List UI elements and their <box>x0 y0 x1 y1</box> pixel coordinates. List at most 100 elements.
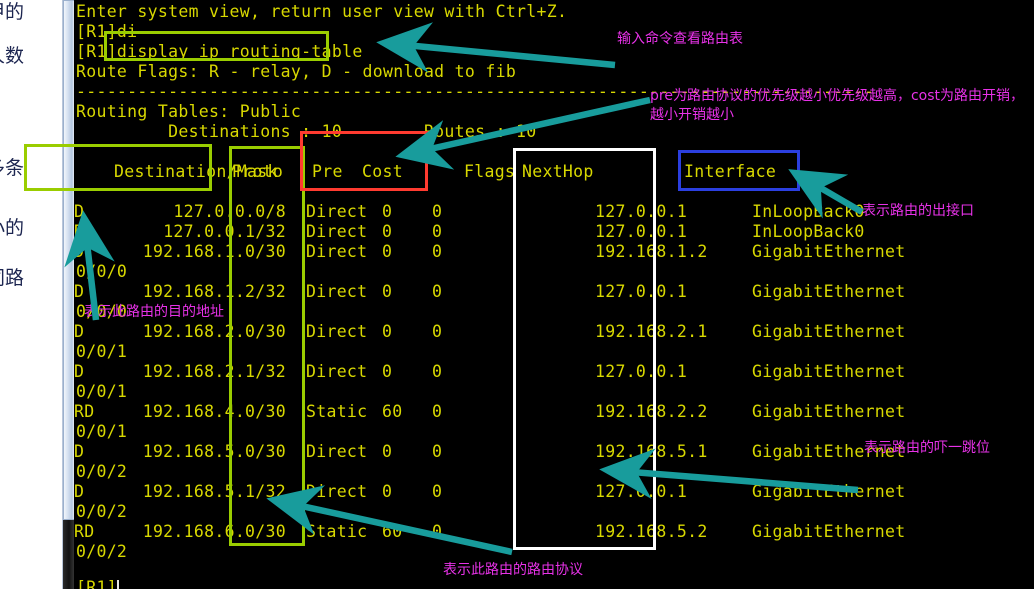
table-cell-interface: InLoopBack0 <box>752 222 865 241</box>
table-cell-interface: GigabitEthernet <box>752 402 906 421</box>
table-cell-interface-continuation: 0/0/1 <box>76 422 128 441</box>
table-cell-destination: 127.0.0.1/32 <box>163 222 286 241</box>
table-cell-destination: 127.0.0.0/8 <box>173 202 286 221</box>
table-cell-nexthop: 127.0.0.1 <box>595 482 688 501</box>
screenshot-root: 甲的 人数 多条 小的 同路 Enter system view, return… <box>0 0 1034 589</box>
table-cell-pre: 0 <box>382 362 393 381</box>
column-header-cost: Cost <box>362 162 403 181</box>
table-cell-flags: RD <box>74 402 95 421</box>
table-cell-destination: 192.168.5.1/32 <box>142 482 286 501</box>
table-cell-cost: 0 <box>432 282 443 301</box>
table-cell-nexthop: 192.168.2.1 <box>595 322 708 341</box>
table-cell-interface-continuation: 0/0/0 <box>76 262 128 281</box>
terminal-cursor <box>116 580 119 589</box>
annotation-destination-note: 表示此路由的目的地址 <box>84 304 224 320</box>
table-cell-proto: Static <box>306 402 368 421</box>
annotation-nexthop-note: 表示路由的吓一跳位 <box>864 440 990 456</box>
annotation-proto-note: 表示此路由的路由协议 <box>443 562 583 578</box>
table-cell-proto: Direct <box>306 282 368 301</box>
table-cell-flags: D <box>74 282 85 301</box>
table-cell-flags: D <box>74 482 85 501</box>
table-cell-destination: 192.168.1.2/32 <box>142 282 286 301</box>
table-cell-interface: InLoopBack0 <box>752 202 865 221</box>
terminal-final-prompt: [R1] <box>76 578 119 589</box>
table-cell-flags: D <box>74 322 85 341</box>
table-cell-cost: 0 <box>432 442 443 461</box>
table-cell-interface: GigabitEthernet <box>752 282 906 301</box>
table-cell-destination: 192.168.1.0/30 <box>142 242 286 261</box>
table-cell-proto: Direct <box>306 322 368 341</box>
table-cell-interface: GigabitEthernet <box>752 482 906 501</box>
table-cell-nexthop: 127.0.0.1 <box>595 282 688 301</box>
table-cell-proto: Direct <box>306 482 368 501</box>
terminal-line-banner: Enter system view, return user view with… <box>76 2 568 21</box>
table-cell-pre: 60 <box>382 402 403 421</box>
table-cell-cost: 0 <box>432 362 443 381</box>
table-cell-pre: 0 <box>382 482 393 501</box>
annotation-pre-cost-note: pre为路由协议的优先级越小优先级越高，cost为路由开销，越小开销越小 <box>650 88 1024 123</box>
table-cell-interface: GigabitEthernet <box>752 522 906 541</box>
table-cell-cost: 0 <box>432 482 443 501</box>
table-cell-interface-continuation: 0/0/1 <box>76 382 128 401</box>
table-cell-nexthop: 192.168.1.2 <box>595 242 708 261</box>
table-cell-cost: 0 <box>432 202 443 221</box>
table-cell-interface-continuation: 0/0/1 <box>76 342 128 361</box>
doc-text-fragment: 小的 <box>0 218 25 238</box>
table-cell-interface-continuation: 0/0/2 <box>76 542 128 561</box>
table-cell-flags: D <box>74 222 85 241</box>
table-cell-proto: Direct <box>306 242 368 261</box>
doc-text-fragment: 同路 <box>0 268 25 288</box>
table-cell-proto: Direct <box>306 202 368 221</box>
table-cell-pre: 60 <box>382 522 403 541</box>
table-cell-cost: 0 <box>432 222 443 241</box>
terminal-line-prompt1: [R1]di <box>76 22 138 41</box>
table-cell-cost: 0 <box>432 322 443 341</box>
table-cell-cost: 0 <box>432 522 443 541</box>
column-header-nexthop: NextHop <box>522 162 594 181</box>
doc-text-fragment: 甲的 <box>0 2 25 22</box>
table-cell-interface: GigabitEthernet <box>752 322 906 341</box>
terminal-line-routingtables: Routing Tables: Public <box>76 102 302 121</box>
table-cell-flags: D <box>74 202 85 221</box>
table-cell-interface-continuation: 0/0/2 <box>76 462 128 481</box>
table-cell-pre: 0 <box>382 242 393 261</box>
table-cell-flags: D <box>74 362 85 381</box>
table-cell-pre: 0 <box>382 282 393 301</box>
terminal-line-command: [R1]display ip routing-table <box>76 42 363 61</box>
column-header-pre: Pre <box>312 162 343 181</box>
table-cell-pre: 0 <box>382 442 393 461</box>
terminal-final-prompt-text: [R1] <box>76 578 117 589</box>
column-header-flags: Flags <box>464 162 516 181</box>
column-header-interface: Interface <box>684 162 777 181</box>
table-cell-interface: GigabitEthernet <box>752 242 906 261</box>
table-cell-flags: D <box>74 242 85 261</box>
table-cell-nexthop: 192.168.5.2 <box>595 522 708 541</box>
table-cell-flags: RD <box>74 522 95 541</box>
table-cell-nexthop: 127.0.0.1 <box>595 362 688 381</box>
table-cell-interface-continuation: 0/0/2 <box>76 502 128 521</box>
table-cell-proto: Direct <box>306 442 368 461</box>
table-cell-proto: Direct <box>306 222 368 241</box>
terminal-line-routeflags: Route Flags: R - relay, D - download to … <box>76 62 517 81</box>
table-cell-nexthop: 127.0.0.1 <box>595 202 688 221</box>
column-header-proto: Proto <box>232 162 284 181</box>
table-cell-destination: 192.168.4.0/30 <box>142 402 286 421</box>
table-cell-proto: Static <box>306 522 368 541</box>
table-cell-cost: 0 <box>432 402 443 421</box>
doc-text-fragment: 多条 <box>0 158 25 178</box>
terminal-line-counts: Destinations : 10 Routes : 10 <box>76 122 537 141</box>
table-cell-destination: 192.168.5.0/30 <box>142 442 286 461</box>
table-cell-nexthop: 192.168.2.2 <box>595 402 708 421</box>
table-cell-destination: 192.168.2.0/30 <box>142 322 286 341</box>
background-document-page: 甲的 人数 多条 小的 同路 <box>0 0 62 589</box>
table-cell-interface: GigabitEthernet <box>752 362 906 381</box>
table-cell-nexthop: 192.168.5.1 <box>595 442 708 461</box>
annotation-command-note: 输入命令查看路由表 <box>617 31 743 47</box>
table-cell-destination: 192.168.6.0/30 <box>142 522 286 541</box>
table-cell-nexthop: 127.0.0.1 <box>595 222 688 241</box>
annotation-interface-note: 表示路由的出接口 <box>862 203 974 219</box>
table-cell-destination: 192.168.2.1/32 <box>142 362 286 381</box>
table-cell-pre: 0 <box>382 222 393 241</box>
table-cell-flags: D <box>74 442 85 461</box>
table-cell-proto: Direct <box>306 362 368 381</box>
